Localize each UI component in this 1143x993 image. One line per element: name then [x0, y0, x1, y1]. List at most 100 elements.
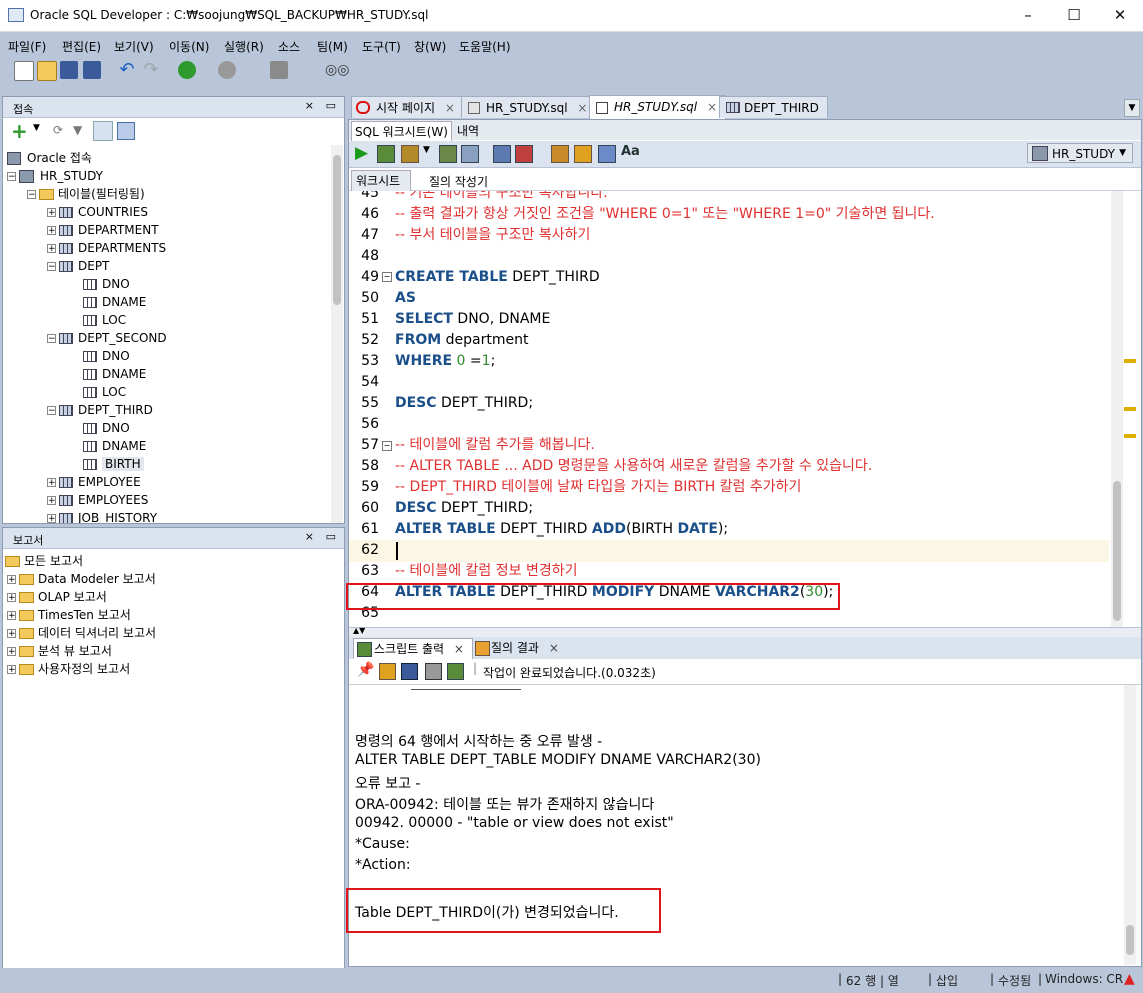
redo-icon[interactable]: ↷ [142, 61, 160, 79]
expand-icon[interactable]: + [7, 665, 16, 675]
tree-column[interactable]: LOC [83, 311, 126, 329]
code-line[interactable]: 46 -- 출력 결과가 항상 거짓인 조건을 "WHERE 0=1" 또는 "W… [349, 204, 1109, 225]
code-line[interactable]: 48 [349, 246, 1109, 267]
expand-icon[interactable]: + [7, 611, 16, 621]
tab-start-page[interactable]: 시작 페이지 × [351, 96, 464, 118]
format-case-icon[interactable]: Aa [621, 144, 640, 159]
tree-report-folder[interactable]: + Data Modeler 보고서 [7, 570, 156, 588]
code-line[interactable]: 51 SELECT DNO, DNAME [349, 309, 1109, 330]
code-line[interactable]: 47 -- 부서 테이블을 구조만 복사하기 [349, 225, 1109, 246]
output-scrollbar[interactable] [1124, 685, 1136, 965]
save-all-icon[interactable] [83, 61, 101, 79]
expand-icon[interactable]: + [47, 226, 56, 236]
menu-view[interactable]: 보기(V) [114, 38, 154, 55]
menu-help[interactable]: 도움말(H) [459, 38, 511, 55]
tree-report-folder[interactable]: + 사용자정의 보고서 [7, 660, 130, 678]
code-line[interactable]: 59 -- DEPT_THIRD 테이블에 날짜 타입을 가지는 BIRTH 칼럼… [349, 477, 1109, 498]
code-line[interactable]: 55 DESC DEPT_THIRD; [349, 393, 1109, 414]
scroll-thumb[interactable] [333, 155, 341, 305]
menu-edit[interactable]: 편집(E) [62, 38, 101, 55]
unshared-sql-icon[interactable] [551, 145, 569, 163]
menu-source[interactable]: 소스 [278, 38, 300, 55]
code-line[interactable]: 50 AS [349, 288, 1109, 309]
history-icon[interactable] [598, 145, 616, 163]
save-icon[interactable] [401, 663, 418, 680]
expand-icon[interactable]: + [7, 629, 16, 639]
code-line[interactable]: 45 -- 기존 테이블의 구조만 복사합니다. [349, 191, 1109, 204]
dropdown-arrow-icon[interactable]: ▼ [423, 145, 430, 155]
panel-close-icon[interactable]: × [305, 99, 314, 112]
menu-team[interactable]: 팀(M) [317, 38, 348, 55]
tree-column[interactable]: DNO [83, 419, 130, 437]
expand-icon[interactable]: + [47, 514, 56, 523]
tab-query-result[interactable]: 질의 결과 × [473, 638, 567, 658]
code-line[interactable]: 57 -- 테이블에 칼럼 추가를 해봅니다. [349, 435, 1109, 456]
collapse-icon[interactable]: − [7, 172, 16, 182]
binoculars-icon[interactable]: ◎◎ [325, 61, 349, 79]
tab-script-output[interactable]: 스크립트 출력 × [353, 638, 473, 660]
tree-table[interactable]: − DEPT_SECOND [47, 329, 167, 347]
connection-selector[interactable]: HR_STUDY ▼ [1027, 143, 1133, 163]
tree-table[interactable]: + JOB_HISTORY [47, 509, 157, 523]
panel-close-icon[interactable]: × [305, 530, 314, 543]
tab-list-dropdown[interactable]: ▼ [1124, 99, 1140, 117]
menu-navigate[interactable]: 이동(N) [169, 38, 209, 55]
tab-dept-third[interactable]: DEPT_THIRD [719, 96, 828, 118]
code-line[interactable]: 61 ALTER TABLE DEPT_THIRD ADD(BIRTH DATE)… [349, 519, 1109, 540]
code-line[interactable]: 58 -- ALTER TABLE ... ADD 명령문을 사용하여 새로운 칼… [349, 456, 1109, 477]
sql-icon[interactable] [270, 61, 288, 79]
refresh-icon[interactable]: ⟳ [53, 123, 63, 137]
tree-table[interactable]: + EMPLOYEE [47, 473, 141, 491]
code-line[interactable]: 52 FROM department [349, 330, 1109, 351]
add-connection-icon[interactable]: + [11, 119, 28, 143]
menu-run[interactable]: 실행(R) [224, 38, 264, 55]
explain-plan-icon[interactable] [439, 145, 457, 163]
code-line[interactable]: 63 -- 테이블에 칼럼 정보 변경하기 [349, 561, 1109, 582]
run-script-icon[interactable] [377, 145, 395, 163]
minimize-button[interactable]: – [1005, 0, 1051, 31]
code-line[interactable]: 60 DESC DEPT_THIRD; [349, 498, 1109, 519]
fold-icon[interactable]: − [382, 272, 392, 282]
tab-close-icon[interactable]: × [549, 641, 559, 655]
collapse-arrows-icon[interactable]: ▲▼ [353, 626, 365, 635]
schema-browser-icon[interactable] [93, 121, 113, 141]
editor-scrollbar[interactable] [1111, 191, 1123, 627]
fold-icon[interactable]: − [382, 441, 392, 451]
tree-all-reports[interactable]: 모든 보고서 [5, 552, 83, 570]
panel-minimize-icon[interactable]: ▭ [326, 530, 336, 543]
subtab-sql-worksheet[interactable]: SQL 워크시트(W) [351, 121, 452, 142]
tab-hr-study-1[interactable]: HR_STUDY.sql × [461, 96, 597, 118]
eraser-icon[interactable] [379, 663, 396, 680]
expand-icon[interactable]: + [47, 244, 56, 254]
dropdown-arrow-icon[interactable]: ▼ [33, 123, 40, 133]
tab-hr-study-active[interactable]: HR_STUDY.sql × [589, 95, 727, 119]
maximize-button[interactable]: ☐ [1051, 0, 1097, 31]
tree-column[interactable]: DNAME [83, 293, 146, 311]
sql-editor[interactable]: 45 -- 기존 테이블의 구조만 복사합니다. 46 -- 출력 결과가 항상 거짓… [349, 191, 1125, 627]
code-line[interactable]: 53 WHERE 0 =1; [349, 351, 1109, 372]
tab-close-icon[interactable]: × [707, 100, 717, 114]
code-line[interactable]: 56 [349, 414, 1109, 435]
tab-worksheet[interactable]: 워크시트 [351, 170, 412, 192]
connections-scrollbar[interactable] [331, 145, 343, 523]
tree-table[interactable]: − DEPT_THIRD [47, 401, 153, 419]
tree-table[interactable]: + EMPLOYEES [47, 491, 148, 509]
tree-report-folder[interactable]: + 분석 뷰 보고서 [7, 642, 112, 660]
tree-report-folder[interactable]: + TimesTen 보고서 [7, 606, 131, 624]
tree-table[interactable]: + DEPARTMENT [47, 221, 159, 239]
close-button[interactable]: ✕ [1097, 0, 1143, 31]
back-icon[interactable] [178, 61, 196, 79]
tree-column[interactable]: DNO [83, 275, 130, 293]
print-icon[interactable] [425, 663, 442, 680]
clear-icon[interactable] [574, 145, 592, 163]
pin-icon[interactable]: 📌 [357, 662, 374, 678]
run-statement-icon[interactable]: ▶ [355, 143, 368, 163]
tree-table[interactable]: + COUNTRIES [47, 203, 148, 221]
save-icon[interactable] [60, 61, 78, 79]
tab-close-icon[interactable]: × [445, 101, 455, 115]
collapse-icon[interactable]: − [47, 406, 56, 416]
expand-icon[interactable]: + [7, 575, 16, 585]
autotrace-icon[interactable] [401, 145, 419, 163]
tree-column[interactable]: DNO [83, 347, 130, 365]
tree-report-folder[interactable]: + OLAP 보고서 [7, 588, 107, 606]
